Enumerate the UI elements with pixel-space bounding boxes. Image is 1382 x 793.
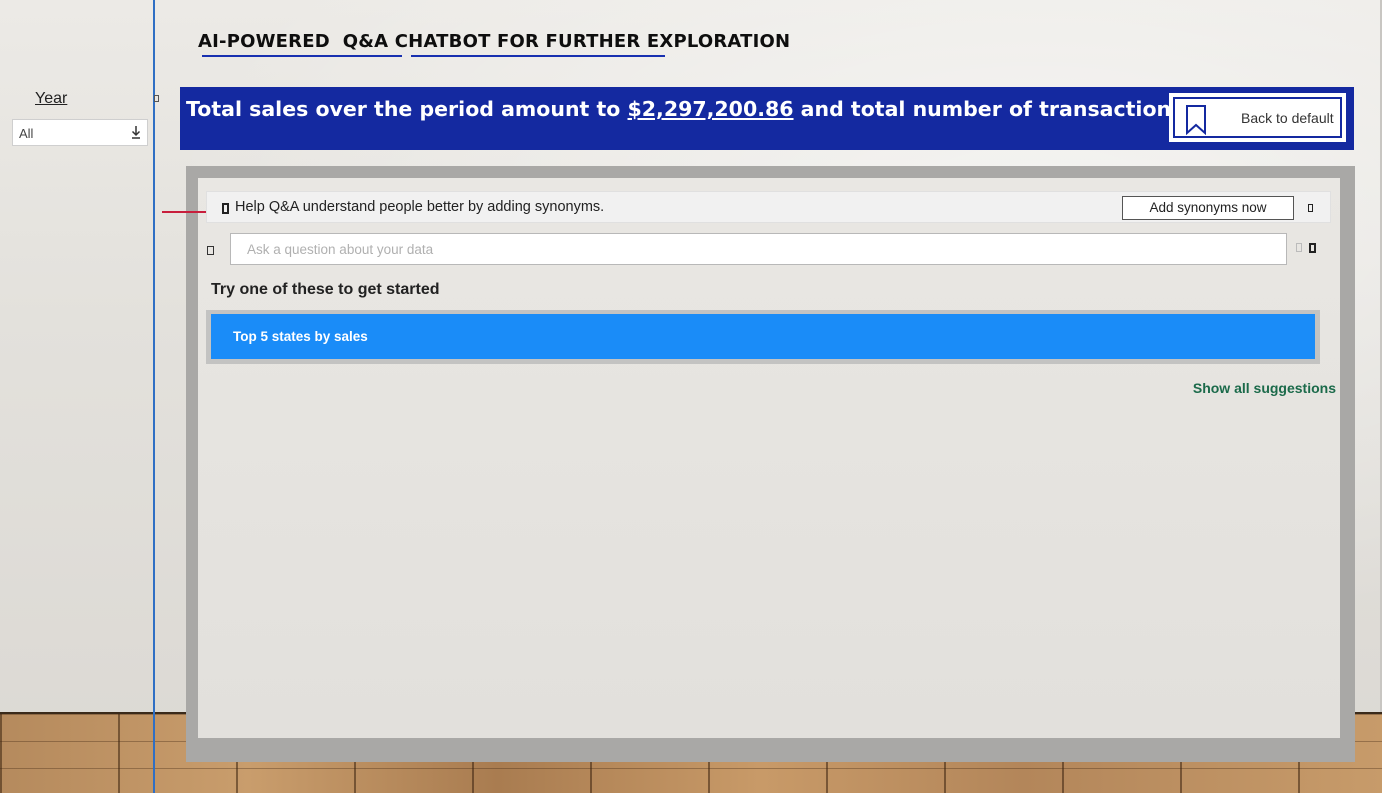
summary-banner: Total sales over the period amount to $2…	[180, 87, 1354, 150]
lightbulb-icon	[222, 203, 229, 214]
red-accent-mark	[162, 211, 206, 213]
microphone-icon[interactable]	[1296, 243, 1302, 252]
summary-prefix: Total sales over the period amount to	[186, 97, 628, 121]
add-synonyms-button[interactable]: Add synonyms now	[1122, 196, 1294, 220]
suggestions-heading: Try one of these to get started	[211, 281, 440, 298]
summary-middle: and total number of transactions is	[793, 97, 1217, 121]
suggestion-item[interactable]: Top 5 states by sales	[211, 314, 1315, 359]
synonym-message: Help Q&A understand people better by add…	[235, 199, 605, 215]
total-sales-value: $2,297,200.86	[627, 97, 794, 121]
title-underline	[202, 55, 402, 57]
back-to-default-label: Back to default	[1241, 110, 1334, 126]
question-input[interactable]	[230, 233, 1287, 265]
slicer-options-icon[interactable]	[154, 95, 159, 102]
year-slicer-dropdown[interactable]: All	[12, 119, 148, 146]
download-arrow-icon	[131, 125, 141, 142]
summary-text: Total sales over the period amount to $2…	[186, 97, 1274, 121]
back-to-default-button-frame: Back to default	[1173, 97, 1342, 138]
convert-icon[interactable]	[1309, 243, 1316, 253]
vertical-divider	[153, 0, 155, 793]
bookmark-icon	[1186, 105, 1206, 135]
show-all-suggestions-link[interactable]: Show all suggestions	[1193, 380, 1336, 396]
settings-icon[interactable]	[207, 246, 214, 255]
close-icon[interactable]	[1308, 204, 1313, 212]
title-underline	[411, 55, 665, 57]
year-slicer-value: All	[19, 126, 34, 141]
back-to-default-button[interactable]: Back to default	[1169, 93, 1346, 142]
synonym-banner: Help Q&A understand people better by add…	[206, 191, 1331, 223]
page-title: AI-POWERED Q&A CHATBOT FOR FURTHER EXPLO…	[198, 31, 791, 52]
year-slicer-label: Year	[35, 90, 68, 107]
